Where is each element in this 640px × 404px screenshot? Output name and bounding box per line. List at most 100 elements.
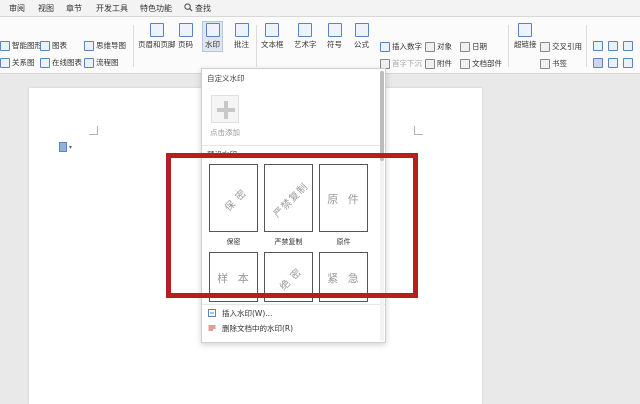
online-chart-button[interactable]: 在线图表 <box>40 57 82 68</box>
symbol-button[interactable]: 符号 <box>327 23 342 50</box>
attachment-button[interactable]: 附件 <box>425 58 452 69</box>
page-number-label: 页码 <box>178 40 193 49</box>
chart-icon <box>40 40 50 51</box>
chevron-down-icon[interactable]: ▾ <box>69 144 72 151</box>
watermark-label: 水印 <box>205 40 220 49</box>
flowchart-icon <box>84 57 94 68</box>
chart-label: 图表 <box>52 41 67 50</box>
insert-number-icon <box>380 41 390 52</box>
drop-cap-button[interactable]: 首字下沉 <box>380 58 422 69</box>
add-watermark-button[interactable] <box>211 95 239 123</box>
tab-find[interactable]: 查找 <box>195 3 211 14</box>
ribbon-divider <box>133 25 134 67</box>
pi-icon <box>354 23 369 37</box>
document-parts-label: 文档部件 <box>472 59 502 68</box>
layout-icon[interactable] <box>593 41 603 51</box>
add-watermark-label: 点击添加 <box>210 128 240 137</box>
date-button[interactable]: 日期 <box>460 41 487 52</box>
hyperlink-button[interactable]: 超链接 <box>514 23 537 50</box>
ribbon-divider <box>508 25 509 67</box>
cross-reference-button[interactable]: 交叉引用 <box>540 41 582 52</box>
online-chart-icon <box>40 57 50 68</box>
online-chart-label: 在线图表 <box>52 58 82 67</box>
link-icon <box>518 23 533 37</box>
layout-icon[interactable] <box>623 41 633 51</box>
watermark-icon <box>205 23 220 37</box>
formula-button[interactable]: 公式 <box>354 23 369 50</box>
smart-graphic-label: 智能图形 <box>12 41 42 50</box>
delete-watermark-icon <box>208 325 216 331</box>
dropdown-scrollbar-thumb[interactable] <box>380 71 384 161</box>
bookmark-icon <box>540 58 550 69</box>
highlight-box <box>166 153 418 298</box>
word-art-button[interactable]: 艺术字 <box>294 23 317 50</box>
header-footer-button[interactable]: 页眉和页脚 <box>138 23 176 50</box>
drop-cap-icon <box>380 58 390 69</box>
delete-watermark-menu-item[interactable]: 删除文档中的水印(R) <box>202 321 385 335</box>
insert-number-label: 插入数字 <box>392 42 422 51</box>
flowchart-button[interactable]: 流程图 <box>84 57 119 68</box>
comment-button[interactable]: 批注 <box>234 23 249 50</box>
insert-watermark-icon <box>208 309 216 317</box>
menu-bar: 审阅 视图 章节 开发工具 特色功能 查找 <box>0 0 640 17</box>
flowchart-label: 流程图 <box>96 58 119 67</box>
symbol-label: 符号 <box>327 40 342 49</box>
object-icon <box>425 41 435 52</box>
margin-corner-mark <box>414 126 423 135</box>
delete-watermark-label: 删除文档中的水印(R) <box>222 323 294 333</box>
calendar-icon <box>460 41 470 52</box>
header-footer-label: 页眉和页脚 <box>138 40 176 49</box>
paperclip-icon <box>425 58 435 69</box>
relation-graph-button[interactable]: 关系图 <box>0 57 35 68</box>
ribbon-divider <box>586 25 587 67</box>
header-footer-icon <box>149 23 164 37</box>
bookmark-button[interactable]: 书签 <box>540 58 567 69</box>
document-parts-button[interactable]: 文档部件 <box>460 58 502 69</box>
hyperlink-label: 超链接 <box>514 40 537 49</box>
omega-icon <box>327 23 342 37</box>
menu-divider <box>202 304 385 305</box>
layout-icon[interactable] <box>623 58 633 68</box>
tab-section[interactable]: 章节 <box>66 3 82 14</box>
text-box-label: 文本框 <box>261 40 284 49</box>
chart-button[interactable]: 图表 <box>40 40 67 51</box>
text-box-button[interactable]: 文本框 <box>261 23 284 50</box>
mind-map-button[interactable]: 思维导图 <box>84 40 126 51</box>
bookmark-label: 书签 <box>552 59 567 68</box>
relation-graph-icon <box>0 57 10 68</box>
smart-graphic-button[interactable]: 智能图形 <box>0 40 42 51</box>
custom-watermark-heading: 自定义水印 <box>207 74 245 83</box>
word-art-icon <box>298 23 313 37</box>
date-label: 日期 <box>472 42 487 51</box>
mind-map-icon <box>84 40 94 51</box>
tab-developer-tools[interactable]: 开发工具 <box>96 3 128 14</box>
relation-graph-label: 关系图 <box>12 58 35 67</box>
menu-divider <box>202 145 385 146</box>
comment-icon <box>234 23 249 37</box>
formula-label: 公式 <box>354 40 369 49</box>
cross-reference-icon <box>540 41 550 52</box>
insert-number-button[interactable]: 插入数字 <box>380 41 422 52</box>
insert-watermark-menu-item[interactable]: 插入水印(W)... <box>202 306 385 320</box>
object-button[interactable]: 对象 <box>425 41 452 52</box>
layout-icon[interactable] <box>593 58 603 68</box>
paragraph-icon[interactable] <box>59 142 67 152</box>
ribbon-divider <box>256 25 257 67</box>
page-number-button[interactable]: 页码 <box>178 23 193 50</box>
comment-label: 批注 <box>234 40 249 49</box>
layout-icon[interactable] <box>608 41 618 51</box>
search-icon[interactable] <box>184 3 193 12</box>
tab-review[interactable]: 审阅 <box>9 3 25 14</box>
ribbon-toolbar: 智能图形 图表 思维导图 关系图 在线图表 流程图 页眉和页脚 页码 水印 批注 <box>0 17 640 74</box>
insert-watermark-label: 插入水印(W)... <box>222 308 273 318</box>
attachment-label: 附件 <box>437 59 452 68</box>
layout-icon[interactable] <box>608 58 618 68</box>
margin-corner-mark <box>89 126 98 135</box>
watermark-button[interactable]: 水印 <box>202 21 223 52</box>
drop-cap-label: 首字下沉 <box>392 59 422 68</box>
tab-view[interactable]: 视图 <box>38 3 54 14</box>
word-art-label: 艺术字 <box>294 40 317 49</box>
tab-special-features[interactable]: 特色功能 <box>140 3 172 14</box>
document-parts-icon <box>460 58 470 69</box>
text-box-icon <box>265 23 280 37</box>
